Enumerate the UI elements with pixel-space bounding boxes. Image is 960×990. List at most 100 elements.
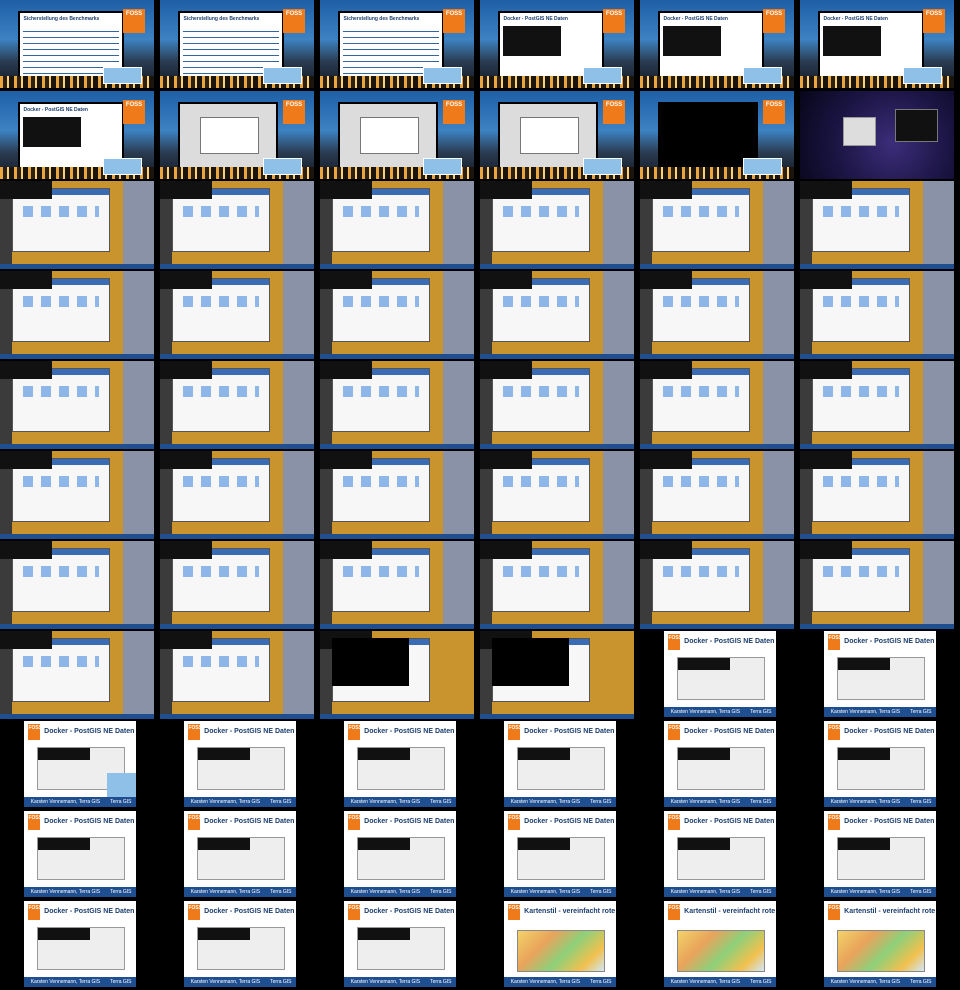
video-frame-thumbnail[interactable] [800, 451, 954, 539]
video-frame-thumbnail[interactable] [320, 181, 474, 269]
video-frame-thumbnail[interactable] [320, 541, 474, 629]
video-frame-thumbnail[interactable] [640, 361, 794, 449]
video-frame-thumbnail[interactable]: FOSS [160, 91, 314, 179]
video-frame-thumbnail[interactable]: FOSS Docker - PostGIS NE Daten Karsten Ven… [344, 721, 456, 807]
video-frame-thumbnail[interactable] [0, 451, 154, 539]
side-panel [603, 181, 634, 269]
video-frame-thumbnail[interactable] [160, 271, 314, 359]
side-panel [763, 271, 794, 359]
slide-footer-text: Karsten Vennemann, Terra GIS [30, 799, 101, 806]
terminal-window [640, 361, 693, 379]
black-overlay [492, 638, 570, 687]
video-frame-thumbnail[interactable] [640, 541, 794, 629]
video-frame-thumbnail[interactable] [480, 451, 634, 539]
video-frame-thumbnail[interactable]: FOSS Docker - PostGIS NE Daten Karsten Ven… [664, 631, 776, 717]
folder-icons [22, 656, 100, 668]
terminal-window [320, 451, 373, 469]
video-frame-thumbnail[interactable] [640, 271, 794, 359]
video-frame-thumbnail[interactable] [0, 631, 154, 719]
foss-logo: FOSS [123, 8, 145, 34]
terminal-screenshot [197, 746, 285, 791]
video-frame-thumbnail[interactable]: Docker - PostGIS NE Daten FOSS [640, 0, 794, 88]
video-frame-thumbnail[interactable]: FOSS Docker - PostGIS NE Daten Karsten Ven… [824, 811, 936, 897]
video-frame-thumbnail[interactable]: Docker - PostGIS NE Daten FOSS [0, 91, 154, 179]
terminal-screenshot [677, 746, 765, 791]
folder-icons [342, 566, 420, 578]
video-frame-thumbnail[interactable] [160, 631, 314, 719]
video-frame-thumbnail[interactable] [160, 361, 314, 449]
video-frame-thumbnail[interactable]: FOSS Kartenstil - vereinfacht rote Karsten… [504, 901, 616, 987]
map-screenshot [677, 930, 765, 972]
video-frame-thumbnail[interactable]: FOSS [480, 91, 634, 179]
folder-icons [822, 566, 900, 578]
video-frame-thumbnail[interactable] [480, 181, 634, 269]
taskbar [320, 263, 474, 269]
video-frame-thumbnail[interactable]: FOSS Docker - PostGIS NE Daten Karsten Ven… [24, 811, 136, 897]
foss-logo: FOSS [508, 724, 522, 740]
video-frame-thumbnail[interactable] [0, 271, 154, 359]
side-panel [123, 541, 154, 629]
video-frame-thumbnail[interactable]: FOSS Kartenstil - vereinfacht rote Karsten… [664, 901, 776, 987]
terra-gis-brand: Terra GIS [750, 979, 772, 986]
video-frame-thumbnail[interactable]: FOSS Docker - PostGIS NE Daten Karsten Ven… [824, 721, 936, 807]
video-frame-thumbnail[interactable] [480, 541, 634, 629]
video-frame-thumbnail[interactable] [480, 361, 634, 449]
video-frame-thumbnail[interactable]: Sicherstellung des Benchmarks FOSS [160, 0, 314, 88]
folder-icons [22, 296, 100, 308]
video-frame-thumbnail[interactable] [800, 91, 954, 179]
video-frame-thumbnail[interactable]: FOSS Docker - PostGIS NE Daten Karsten Ven… [824, 631, 936, 717]
video-frame-thumbnail[interactable] [480, 631, 634, 719]
video-frame-thumbnail[interactable] [800, 541, 954, 629]
video-frame-thumbnail[interactable] [800, 181, 954, 269]
video-frame-thumbnail[interactable] [0, 181, 154, 269]
video-frame-thumbnail[interactable]: Sicherstellung des Benchmarks FOSS [0, 0, 154, 88]
video-frame-thumbnail[interactable]: FOSS Docker - PostGIS NE Daten Karsten Ven… [344, 901, 456, 987]
taskbar [480, 263, 634, 269]
video-frame-thumbnail[interactable] [320, 361, 474, 449]
video-frame-thumbnail[interactable] [800, 271, 954, 359]
terra-gis-brand: Terra GIS [750, 709, 772, 716]
video-frame-thumbnail[interactable] [640, 451, 794, 539]
video-frame-thumbnail[interactable] [160, 541, 314, 629]
video-frame-thumbnail[interactable]: FOSS Docker - PostGIS NE Daten Karsten Ven… [24, 721, 136, 807]
slide-title: Kartenstil - vereinfacht rote [844, 907, 936, 915]
video-frame-thumbnail[interactable]: FOSS [640, 91, 794, 179]
video-frame-thumbnail[interactable] [320, 631, 474, 719]
folder-icons [22, 566, 100, 578]
video-frame-thumbnail[interactable]: FOSS [320, 91, 474, 179]
side-panel [123, 361, 154, 449]
slide-title: Kartenstil - vereinfacht rote [684, 907, 776, 915]
video-frame-thumbnail[interactable]: FOSS Docker - PostGIS NE Daten Karsten Ven… [344, 811, 456, 897]
slide-footer-text: Karsten Vennemann, Terra GIS [30, 979, 101, 986]
video-frame-thumbnail[interactable]: Sicherstellung des Benchmarks FOSS [320, 0, 474, 88]
video-frame-thumbnail[interactable] [800, 361, 954, 449]
video-frame-thumbnail[interactable] [160, 451, 314, 539]
folder-icons [342, 206, 420, 218]
video-frame-thumbnail[interactable]: FOSS Docker - PostGIS NE Daten Karsten Ven… [504, 721, 616, 807]
slide-footer-text: Karsten Vennemann, Terra GIS [190, 979, 261, 986]
video-frame-thumbnail[interactable]: FOSS Docker - PostGIS NE Daten Karsten Ven… [184, 721, 296, 807]
foss-logo: FOSS [28, 904, 42, 920]
video-frame-thumbnail[interactable] [480, 271, 634, 359]
video-frame-thumbnail[interactable]: FOSS Docker - PostGIS NE Daten Karsten Ven… [184, 901, 296, 987]
video-frame-thumbnail[interactable]: FOSS Docker - PostGIS NE Daten Karsten Ven… [664, 811, 776, 897]
video-frame-thumbnail[interactable]: FOSS Docker - PostGIS NE Daten Karsten Ven… [24, 901, 136, 987]
side-panel [603, 451, 634, 539]
terminal-window [0, 271, 53, 289]
video-frame-thumbnail[interactable] [0, 541, 154, 629]
video-frame-thumbnail[interactable] [320, 271, 474, 359]
video-frame-thumbnail[interactable] [160, 181, 314, 269]
video-frame-thumbnail[interactable]: FOSS Docker - PostGIS NE Daten Karsten Ven… [664, 721, 776, 807]
video-frame-thumbnail[interactable] [0, 361, 154, 449]
foss-logo: FOSS [603, 8, 625, 34]
foss-logo: FOSS [348, 724, 362, 740]
video-frame-thumbnail[interactable]: FOSS Docker - PostGIS NE Daten Karsten Ven… [504, 811, 616, 897]
video-frame-thumbnail[interactable]: Docker - PostGIS NE Daten FOSS [480, 0, 634, 88]
terminal-screenshot [503, 25, 561, 56]
video-frame-thumbnail[interactable]: FOSS Kartenstil - vereinfacht rote Karsten… [824, 901, 936, 987]
video-frame-thumbnail[interactable] [320, 451, 474, 539]
taskbar [800, 623, 954, 629]
video-frame-thumbnail[interactable]: FOSS Docker - PostGIS NE Daten Karsten Ven… [184, 811, 296, 897]
video-frame-thumbnail[interactable]: Docker - PostGIS NE Daten FOSS [800, 0, 954, 88]
video-frame-thumbnail[interactable] [640, 181, 794, 269]
